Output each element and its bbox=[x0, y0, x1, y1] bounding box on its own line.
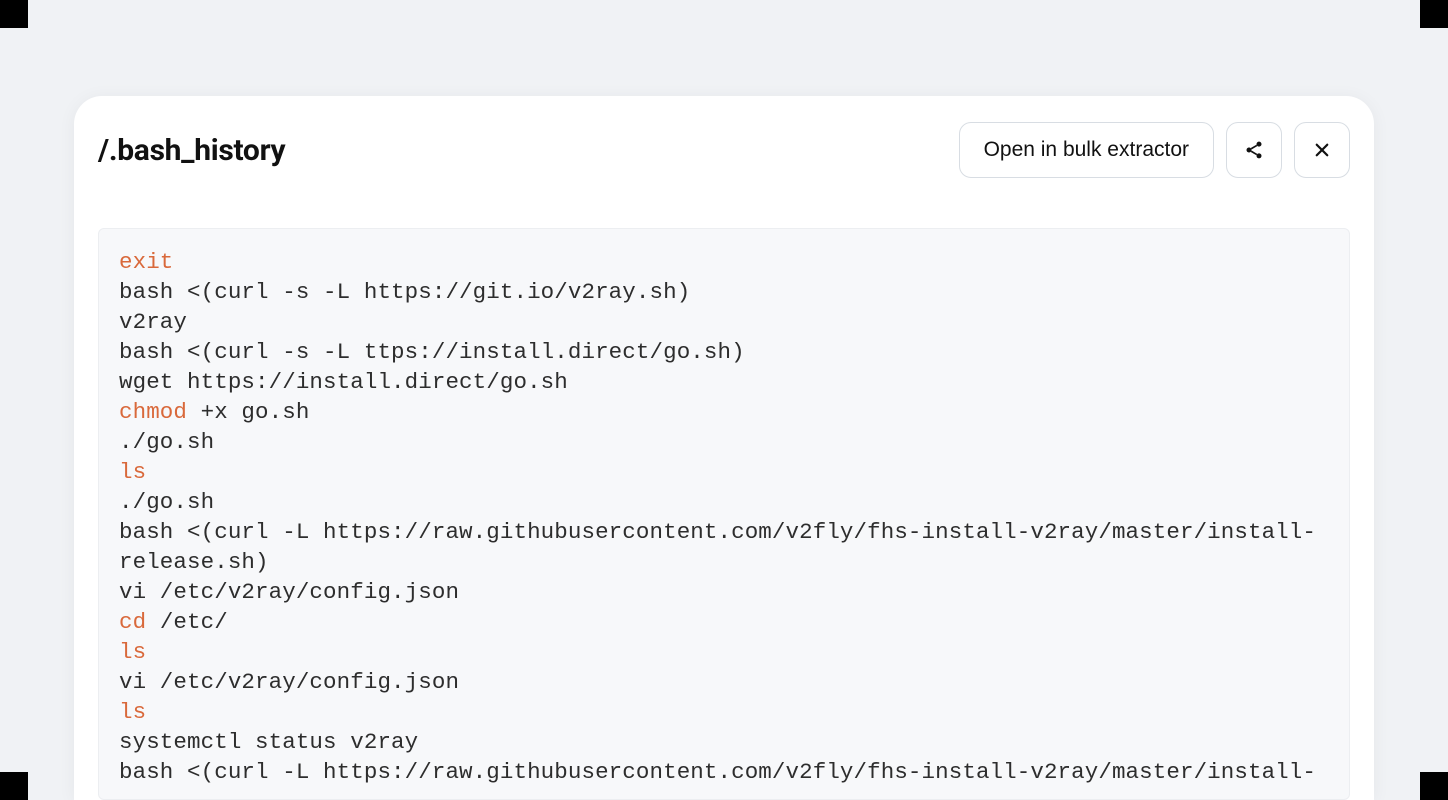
code-container: exit bash <(curl -s -L https://git.io/v2… bbox=[98, 228, 1350, 800]
header-actions: Open in bulk extractor bbox=[959, 122, 1350, 178]
corner-decoration bbox=[1420, 0, 1448, 28]
close-icon bbox=[1313, 141, 1331, 159]
open-bulk-extractor-button[interactable]: Open in bulk extractor bbox=[959, 122, 1214, 178]
corner-decoration bbox=[1420, 772, 1448, 800]
file-viewer-panel: /.bash_history Open in bulk extractor bbox=[74, 96, 1374, 800]
panel-header: /.bash_history Open in bulk extractor bbox=[74, 96, 1374, 180]
open-bulk-extractor-label: Open in bulk extractor bbox=[984, 138, 1189, 162]
share-icon bbox=[1244, 140, 1264, 160]
corner-decoration bbox=[0, 0, 28, 28]
close-button[interactable] bbox=[1294, 122, 1350, 178]
code-content[interactable]: exit bash <(curl -s -L https://git.io/v2… bbox=[119, 247, 1329, 787]
corner-decoration bbox=[0, 772, 28, 800]
file-path-title: /.bash_history bbox=[98, 133, 285, 168]
share-button[interactable] bbox=[1226, 122, 1282, 178]
